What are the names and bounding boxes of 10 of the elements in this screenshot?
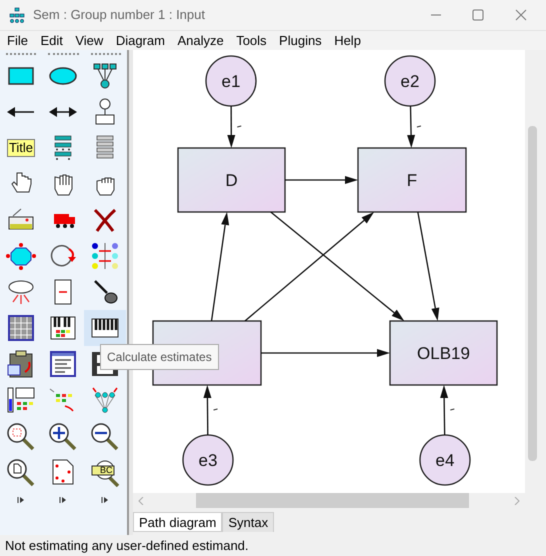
status-text: Not estimating any user-defined estimand. — [5, 536, 249, 555]
variable-label: e2 — [400, 72, 420, 91]
variable-label: D — [225, 171, 238, 190]
variable-label: OLB19 — [417, 344, 470, 363]
variable-label: e4 — [436, 451, 454, 470]
variable-label: e1 — [222, 72, 240, 91]
variable-label: e3 — [198, 451, 218, 470]
tooltip: Calculate estimates — [100, 344, 219, 370]
variable-label: F — [406, 171, 418, 190]
window-title: Sem : Group number 1 : Input — [33, 6, 205, 24]
